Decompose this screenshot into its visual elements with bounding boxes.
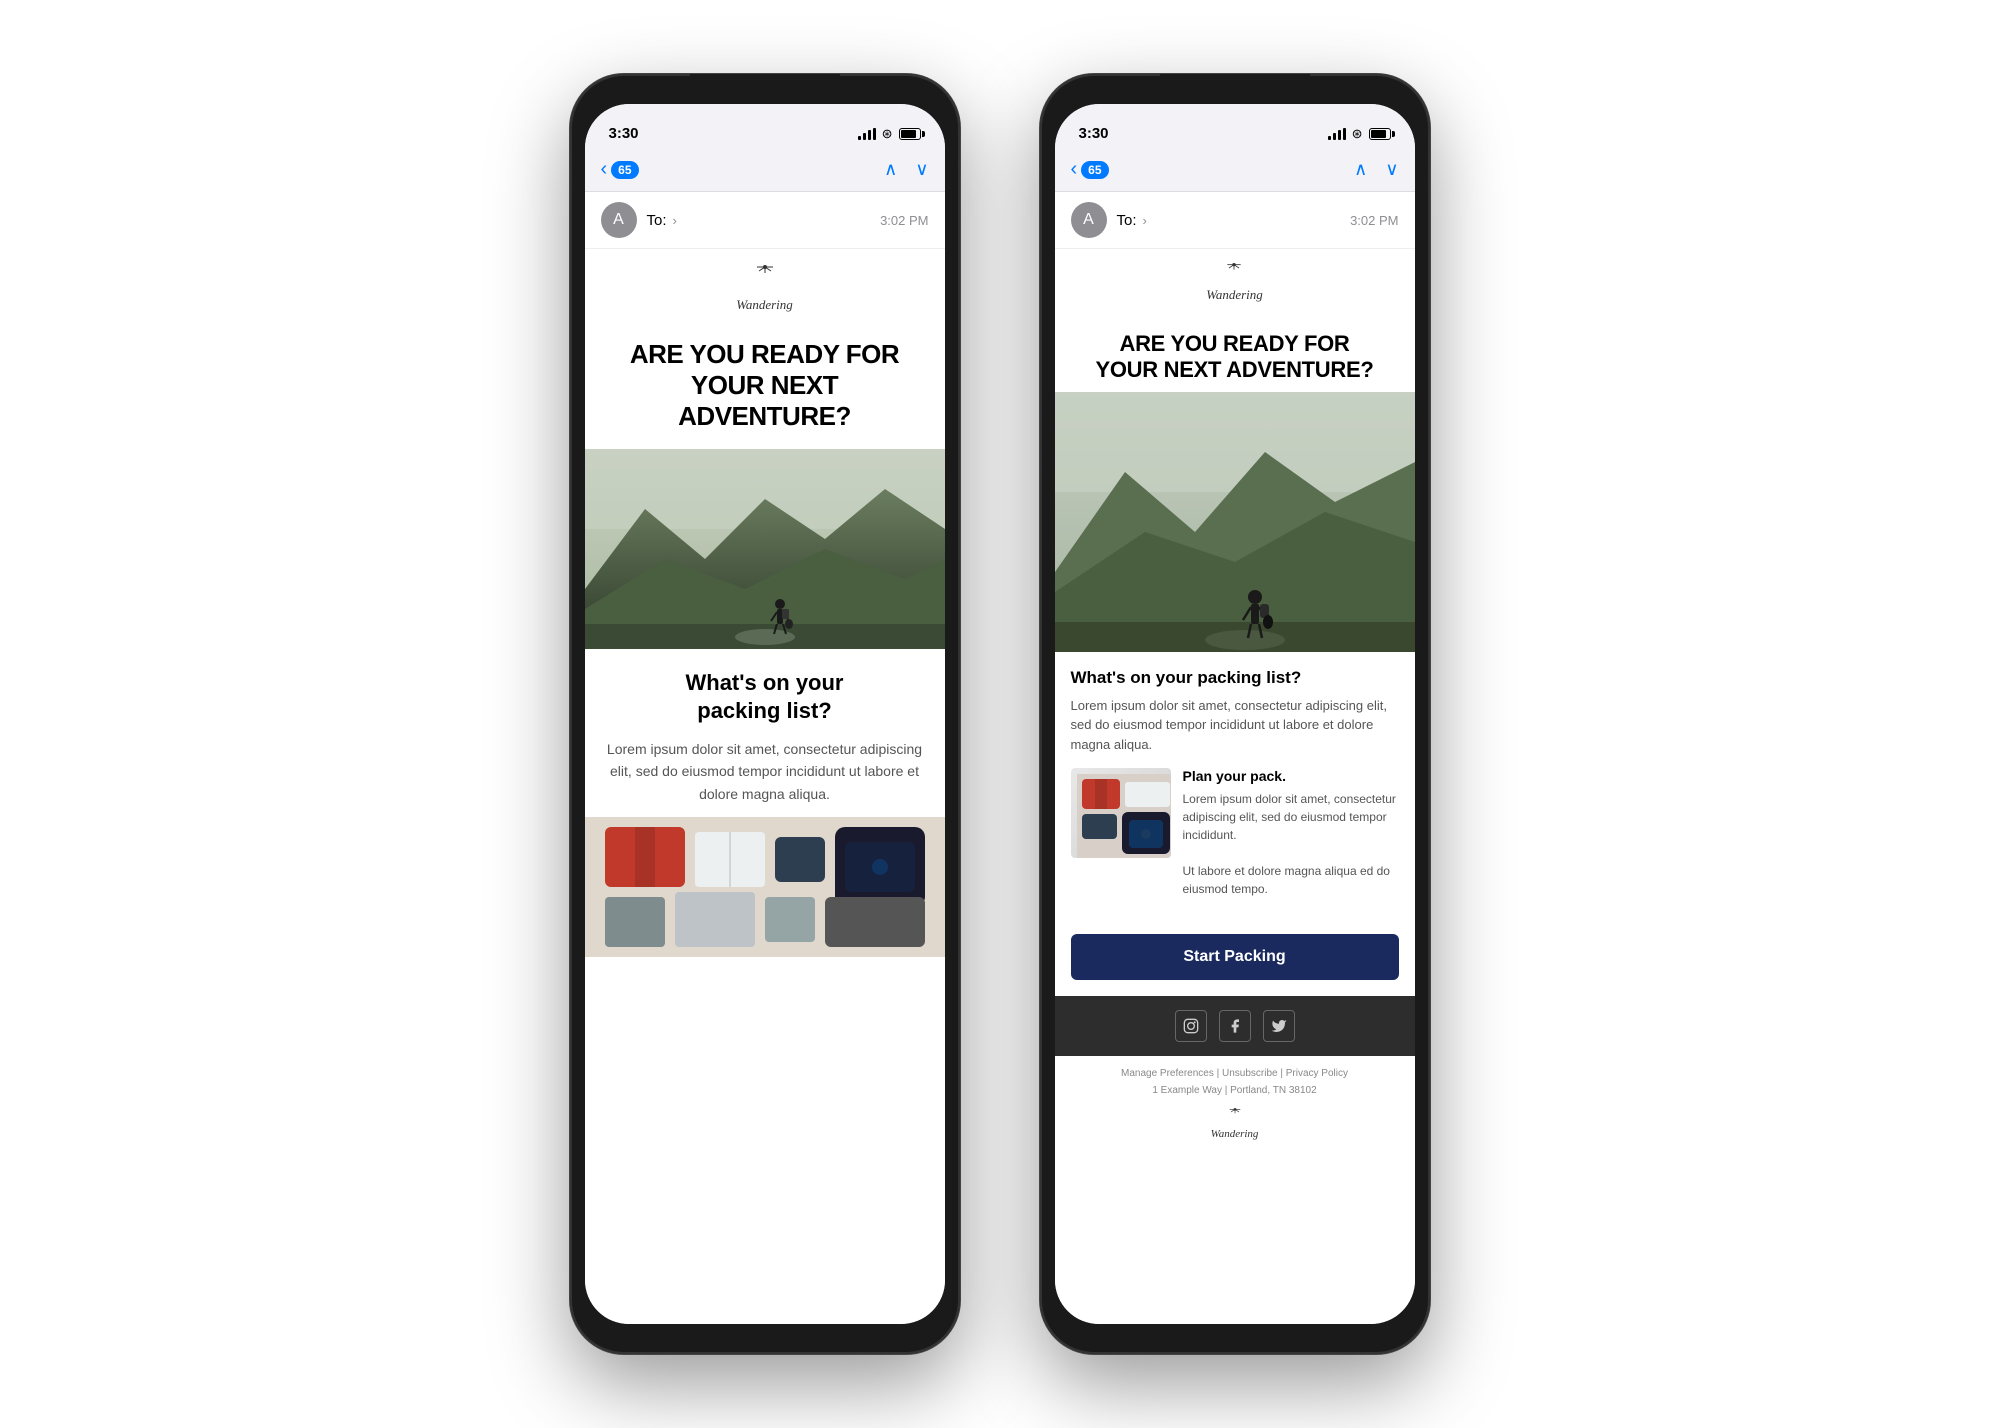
mail-nav-left: ‹ 65 ∧ ∨ xyxy=(585,148,945,192)
from-chevron-icon: › xyxy=(673,213,677,228)
wandering-logo-left: Wandering xyxy=(735,265,795,313)
email-from-row-left: A To: › 3:02 PM xyxy=(585,192,945,249)
logo-svg-right xyxy=(1209,261,1259,285)
logo-area-left: Wandering xyxy=(585,249,945,329)
plan-card-right: Plan your pack. Lorem ipsum dolor sit am… xyxy=(1071,768,1399,898)
packing-text-right: Lorem ipsum dolor sit amet, consectetur … xyxy=(1071,696,1399,755)
avatar-right: A xyxy=(1071,202,1107,238)
status-icons-left: ⊛ xyxy=(858,126,921,142)
from-info-right: To: › xyxy=(1117,212,1351,229)
from-label-right: To: xyxy=(1117,212,1137,229)
signal-icon-right xyxy=(1328,128,1346,140)
footer-links-right: Manage Preferences | Unsubscribe | Priva… xyxy=(1067,1068,1403,1079)
plan-section-right: What's on your packing list? Lorem ipsum… xyxy=(1055,652,1415,927)
phone-right: 3:30 ⊛ ‹ 65 ∧ xyxy=(1040,74,1430,1354)
screen-right: 3:30 ⊛ ‹ 65 ∧ xyxy=(1055,104,1415,1324)
facebook-icon[interactable] xyxy=(1219,1010,1251,1042)
mountain-svg-right xyxy=(1055,392,1415,652)
email-time-right: 3:02 PM xyxy=(1350,213,1398,228)
nav-down-arrow-left[interactable]: ∨ xyxy=(915,159,928,180)
avatar-left: A xyxy=(601,202,637,238)
footer-address-right: 1 Example Way | Portland, TN 38102 xyxy=(1067,1085,1403,1096)
hero-text-area-left: ARE YOU READY FOR YOUR NEXT ADVENTURE? xyxy=(585,329,945,449)
status-icons-right: ⊛ xyxy=(1328,126,1391,142)
footer-light-right: Manage Preferences | Unsubscribe | Priva… xyxy=(1055,1056,1415,1152)
twitter-icon[interactable] xyxy=(1263,1010,1295,1042)
chevron-left-icon-right: ‹ xyxy=(1071,158,1078,181)
logo-svg-left xyxy=(735,265,795,295)
status-time-left: 3:30 xyxy=(609,125,639,142)
logo-text-left: Wandering xyxy=(736,297,793,313)
footer-logo-right: Wandering xyxy=(1211,1106,1259,1140)
logo-area-right: Wandering xyxy=(1055,249,1415,315)
hero-heading-right: ARE YOU READY FOR YOUR NEXT ADVENTURE? xyxy=(1079,331,1391,384)
footer-logo-text: Wandering xyxy=(1211,1128,1259,1140)
from-chevron-icon-right: › xyxy=(1143,213,1147,228)
packing-text-left: Lorem ipsum dolor sit amet, consectetur … xyxy=(605,738,925,805)
plan-card-content-right: Plan your pack. Lorem ipsum dolor sit am… xyxy=(1183,768,1399,898)
nav-up-arrow-right[interactable]: ∧ xyxy=(1354,159,1367,180)
battery-icon-right xyxy=(1369,128,1391,140)
mail-count-badge-left: 65 xyxy=(611,161,638,179)
mountain-image-right xyxy=(1055,392,1415,652)
plan-card-text1-right: Lorem ipsum dolor sit amet, consectetur … xyxy=(1183,790,1399,844)
battery-icon-left xyxy=(899,128,921,140)
email-from-row-right: A To: › 3:02 PM xyxy=(1055,192,1415,249)
status-bar-left: 3:30 ⊛ xyxy=(585,104,945,148)
notch-left xyxy=(690,74,840,102)
nav-arrows-right: ∧ ∨ xyxy=(1354,159,1398,180)
plan-card-title-right: Plan your pack. xyxy=(1183,768,1399,784)
plan-card-gear-svg xyxy=(1077,774,1171,858)
mail-nav-right: ‹ 65 ∧ ∨ xyxy=(1055,148,1415,192)
nav-down-arrow-right[interactable]: ∨ xyxy=(1385,159,1398,180)
plan-card-image-right xyxy=(1071,768,1171,858)
instagram-icon[interactable] xyxy=(1175,1010,1207,1042)
mail-count-badge-right: 65 xyxy=(1081,161,1108,179)
notch-right xyxy=(1160,74,1310,102)
from-info-left: To: › xyxy=(647,212,881,229)
wifi-icon-right: ⊛ xyxy=(1352,126,1363,142)
nav-up-arrow-left[interactable]: ∧ xyxy=(884,159,897,180)
status-time-right: 3:30 xyxy=(1079,125,1109,142)
packing-section-left: What's on your packing list? Lorem ipsum… xyxy=(585,649,945,817)
hero-heading-left: ARE YOU READY FOR YOUR NEXT ADVENTURE? xyxy=(609,339,921,433)
phones-container: 3:30 ⊛ ‹ 65 ∧ xyxy=(570,74,1430,1354)
footer-social-bar-right xyxy=(1055,996,1415,1056)
mountain-image-left xyxy=(585,449,945,649)
gear-svg-left xyxy=(585,817,945,957)
hero-text-area-right: ARE YOU READY FOR YOUR NEXT ADVENTURE? xyxy=(1055,315,1415,392)
status-bar-right: 3:30 ⊛ xyxy=(1055,104,1415,148)
mountain-svg-left xyxy=(585,449,945,649)
back-button-right[interactable]: ‹ 65 xyxy=(1071,158,1109,181)
packing-heading-left: What's on your packing list? xyxy=(605,669,925,726)
logo-text-right: Wandering xyxy=(1206,287,1263,303)
cta-start-packing-button[interactable]: Start Packing xyxy=(1071,934,1399,980)
nav-arrows-left: ∧ ∨ xyxy=(884,159,928,180)
plan-card-text2-right: Ut labore et dolore magna aliqua ed do e… xyxy=(1183,862,1399,898)
chevron-left-icon: ‹ xyxy=(601,158,608,181)
gear-image-left xyxy=(585,817,945,957)
email-content-right: Wandering ARE YOU READY FOR YOUR NEXT AD… xyxy=(1055,249,1415,1324)
from-label-left: To: xyxy=(647,212,667,229)
screen-left: 3:30 ⊛ ‹ 65 ∧ xyxy=(585,104,945,1324)
footer-logo-svg xyxy=(1215,1106,1255,1126)
phone-left: 3:30 ⊛ ‹ 65 ∧ xyxy=(570,74,960,1354)
back-button-left[interactable]: ‹ 65 xyxy=(601,158,639,181)
email-time-left: 3:02 PM xyxy=(880,213,928,228)
wandering-logo-right: Wandering xyxy=(1206,261,1263,303)
packing-heading-right: What's on your packing list? xyxy=(1071,668,1399,688)
signal-icon-left xyxy=(858,128,876,140)
wifi-icon-left: ⊛ xyxy=(882,126,893,142)
email-content-left: Wandering ARE YOU READY FOR YOUR NEXT AD… xyxy=(585,249,945,1324)
